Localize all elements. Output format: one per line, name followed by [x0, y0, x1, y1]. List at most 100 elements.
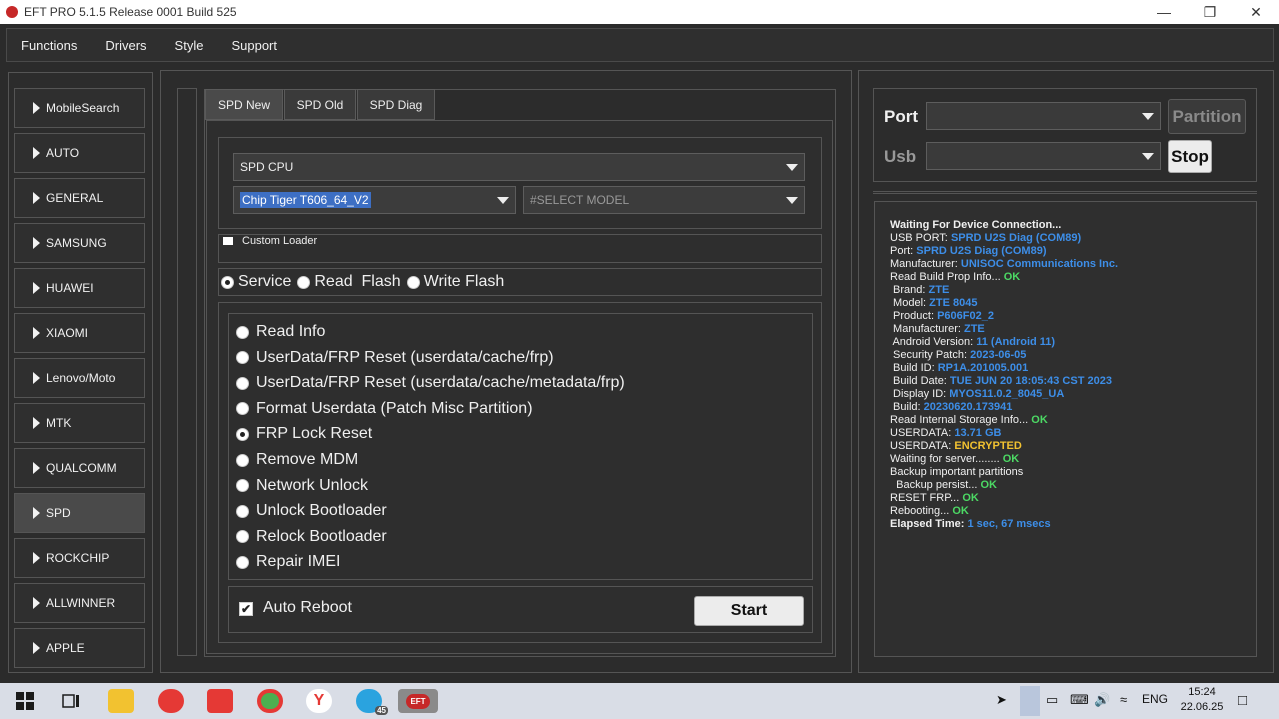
- start-button[interactable]: Start: [694, 596, 804, 626]
- task-view-icon[interactable]: [58, 689, 84, 713]
- minimize-button[interactable]: —: [1141, 0, 1187, 24]
- operation-label: UserData/FRP Reset (userdata/cache/metad…: [256, 374, 625, 392]
- close-button[interactable]: ✕: [1233, 0, 1279, 24]
- eft-app-icon[interactable]: EFT: [398, 689, 438, 713]
- menu-functions[interactable]: Functions: [7, 38, 91, 53]
- log-line: Backup important partitions: [890, 466, 1256, 479]
- operation-label: Format Userdata (Patch Misc Partition): [256, 399, 533, 417]
- log-value: ZTE: [963, 323, 985, 335]
- sidebar-item-auto[interactable]: AUTO: [14, 133, 145, 173]
- operation-label: Network Unlock: [256, 476, 369, 494]
- log-value: OK: [1003, 271, 1021, 283]
- log-value: P606F02_2: [937, 310, 994, 322]
- mode-service[interactable]: Service: [221, 273, 291, 291]
- clock-time: 15:24: [1188, 686, 1216, 698]
- operation-option[interactable]: Repair IMEI: [236, 551, 340, 573]
- sidebar-item-rockchip[interactable]: ROCKCHIP: [14, 538, 145, 578]
- yandex-icon[interactable]: Y: [306, 689, 332, 713]
- wifi-icon[interactable]: ≈: [1120, 692, 1127, 707]
- log-value: OK: [1002, 453, 1020, 465]
- sidebar-item-xiaomi[interactable]: XIAOMI: [14, 313, 145, 353]
- log-key: USERDATA:: [890, 440, 955, 452]
- sidebar-item-huawei[interactable]: HUAWEI: [14, 268, 145, 308]
- radio-icon: [236, 402, 249, 416]
- radio-icon: [236, 351, 249, 365]
- language-indicator[interactable]: ENG: [1142, 692, 1168, 706]
- telegram-tray-icon[interactable]: ➤: [996, 692, 1007, 708]
- operation-option[interactable]: UserData/FRP Reset (userdata/cache/frp): [236, 347, 554, 369]
- caret-right-icon: [33, 282, 40, 294]
- file-explorer-icon[interactable]: [108, 689, 134, 713]
- chevron-down-icon: [1142, 153, 1154, 160]
- log-key: Waiting For Device Connection...: [890, 219, 1062, 231]
- operation-option[interactable]: Remove MDM: [236, 449, 358, 471]
- radio-icon: [236, 427, 249, 441]
- menu-style[interactable]: Style: [161, 38, 218, 53]
- keyboard-tray-icon[interactable]: ⌨: [1070, 692, 1089, 708]
- windows-start-icon[interactable]: [12, 689, 38, 713]
- notifications-icon[interactable]: □: [1238, 692, 1247, 709]
- sidebar-item-lenovo-moto[interactable]: Lenovo/Moto: [14, 358, 145, 398]
- operation-option[interactable]: UserData/FRP Reset (userdata/cache/metad…: [236, 372, 625, 394]
- sidebar-item-label: SAMSUNG: [46, 236, 107, 250]
- log-key: USERDATA:: [890, 427, 955, 439]
- chrome-icon[interactable]: [257, 689, 283, 713]
- model-select[interactable]: #SELECT MODEL: [523, 186, 805, 214]
- menu-support[interactable]: Support: [217, 38, 291, 53]
- telegram-icon[interactable]: 45: [356, 689, 388, 715]
- operation-option[interactable]: Format Userdata (Patch Misc Partition): [236, 398, 533, 420]
- auto-reboot-label: Auto Reboot: [263, 599, 352, 616]
- network-tray-icon[interactable]: ▭: [1046, 692, 1058, 708]
- sidebar-item-samsung[interactable]: SAMSUNG: [14, 223, 145, 263]
- app-icon-red[interactable]: [158, 689, 184, 713]
- clock[interactable]: 15:24 22.06.25: [1172, 685, 1232, 715]
- radio-icon: [236, 555, 249, 569]
- log-value: 13.71 GB: [954, 427, 1002, 439]
- operation-option[interactable]: Relock Bootloader: [236, 526, 387, 548]
- sidebar-item-spd[interactable]: SPD: [14, 493, 145, 533]
- log-line: Brand: ZTE: [890, 284, 1256, 297]
- mode-write-flash[interactable]: Write Flash: [406, 273, 504, 291]
- operation-option[interactable]: Read Info: [236, 321, 325, 343]
- partition-button[interactable]: Partition: [1168, 99, 1246, 134]
- mode-read-flash[interactable]: Read Flash: [297, 273, 401, 291]
- chip-select[interactable]: Chip Tiger T606_64_V2: [233, 186, 516, 214]
- usb-select[interactable]: [926, 142, 1161, 170]
- menu-drivers[interactable]: Drivers: [91, 38, 160, 53]
- log-key: RESET FRP...: [890, 492, 963, 504]
- auto-reboot-checkbox[interactable]: ✔: [239, 602, 253, 616]
- operation-option[interactable]: Network Unlock: [236, 475, 368, 497]
- log-output: Waiting For Device Connection... USB PORT…: [874, 201, 1257, 657]
- operation-label: Read Info: [256, 323, 326, 340]
- sidebar-item-qualcomm[interactable]: QUALCOMM: [14, 448, 145, 488]
- sidebar-item-mtk[interactable]: MTK: [14, 403, 145, 443]
- log-line: Elapsed Time: 1 sec, 67 msecs: [890, 518, 1256, 531]
- tab-spd-old[interactable]: SPD Old: [284, 89, 356, 120]
- operation-label: UserData/FRP Reset (userdata/cache/frp): [256, 348, 554, 366]
- sidebar-item-mobilesearch[interactable]: MobileSearch: [14, 88, 145, 128]
- log-line: Build ID: RP1A.201005.001: [890, 362, 1256, 375]
- speaker-icon[interactable]: 🔊: [1094, 692, 1110, 708]
- mode-service-label: Service: [238, 273, 292, 290]
- operation-option[interactable]: FRP Lock Reset: [236, 423, 372, 445]
- caret-right-icon: [33, 372, 40, 384]
- custom-loader-checkbox[interactable]: [223, 237, 233, 245]
- cpu-select[interactable]: SPD CPU: [233, 153, 805, 181]
- sidebar-item-general[interactable]: GENERAL: [14, 178, 145, 218]
- anydesk-icon[interactable]: [207, 689, 233, 713]
- sidebar-item-apple[interactable]: APPLE: [14, 628, 145, 668]
- tab-spd-new[interactable]: SPD New: [205, 89, 283, 120]
- app-icon: [6, 6, 18, 18]
- operation-option[interactable]: Unlock Bootloader: [236, 500, 387, 522]
- log-value: 2023-06-05: [970, 349, 1027, 361]
- crop-tray-icon[interactable]: [1020, 686, 1040, 716]
- model-select-value: #SELECT MODEL: [530, 193, 630, 207]
- restore-button[interactable]: ❐: [1187, 0, 1233, 24]
- sidebar-item-allwinner[interactable]: ALLWINNER: [14, 583, 145, 623]
- log-line: Backup persist... OK: [890, 479, 1256, 492]
- log-key: Brand:: [890, 284, 929, 296]
- tab-spd-diag[interactable]: SPD Diag: [357, 89, 435, 120]
- log-line: Read Build Prop Info... OK: [890, 271, 1256, 284]
- port-select[interactable]: [926, 102, 1161, 130]
- stop-button[interactable]: Stop: [1168, 140, 1212, 173]
